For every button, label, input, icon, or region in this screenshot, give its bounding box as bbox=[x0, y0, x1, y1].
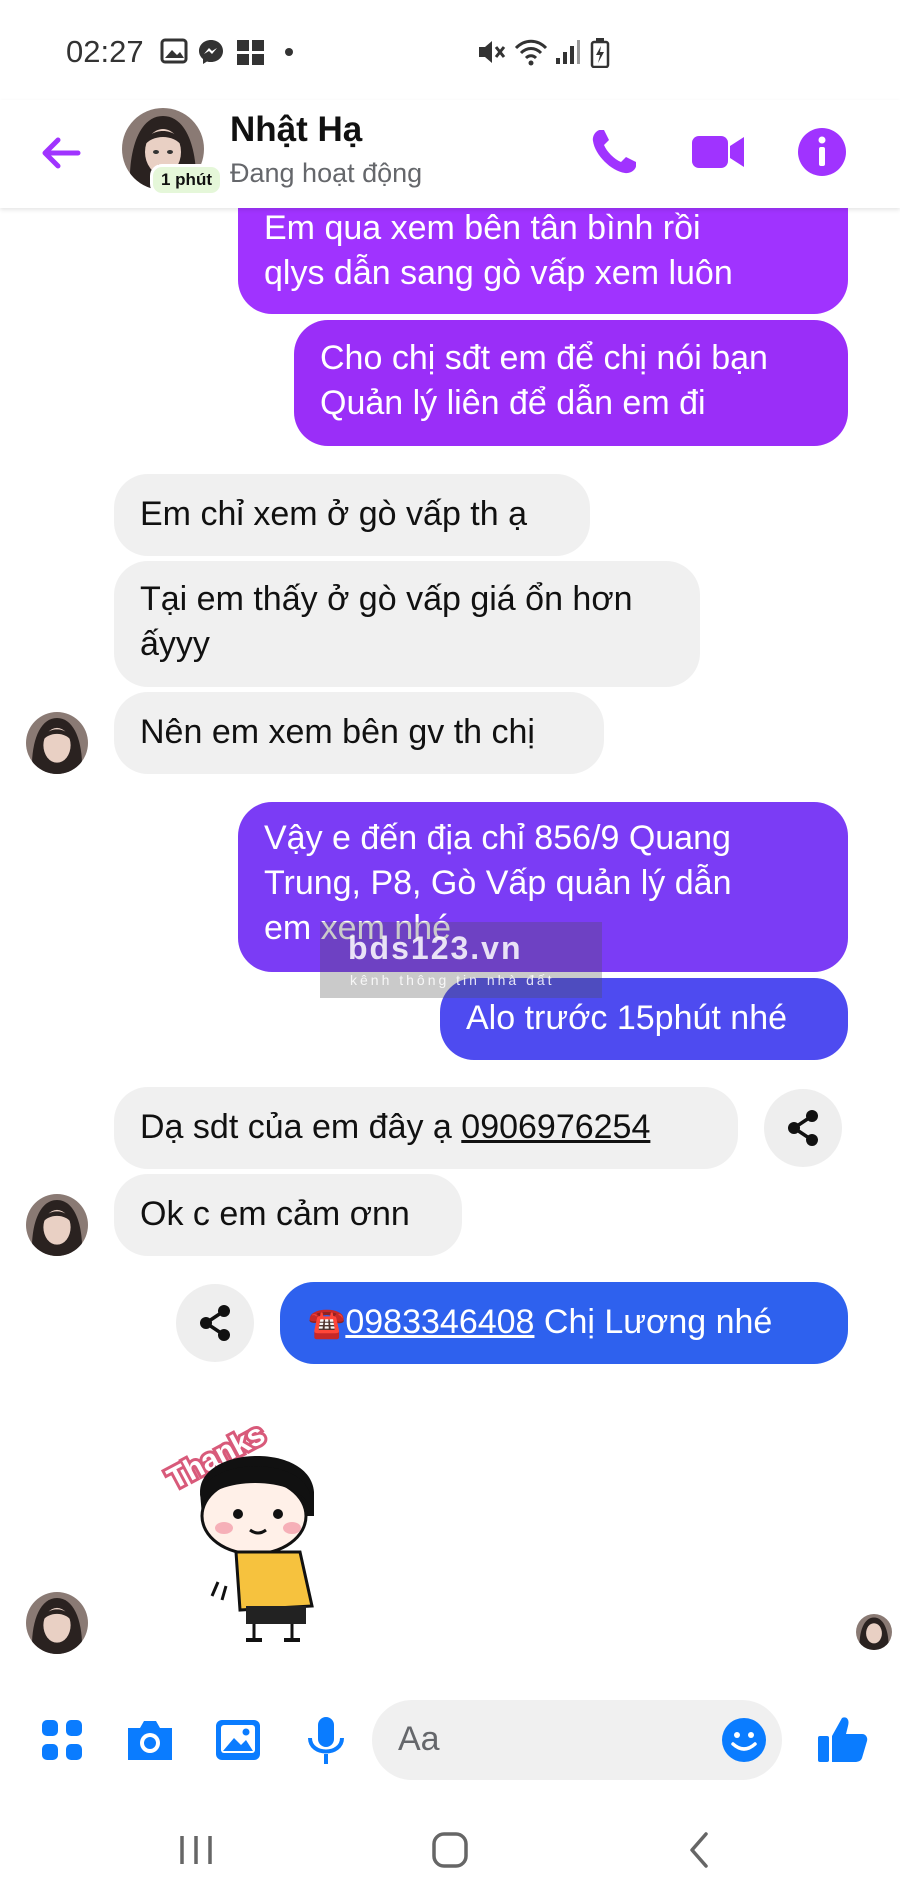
emoji-icon[interactable] bbox=[718, 1714, 770, 1766]
message-bubble-sent[interactable]: ☎️0983346408 Chị Lương nhé bbox=[280, 1282, 848, 1364]
message-bubble-sent[interactable]: Cho chị sđt em để chị nói bạn Quản lý li… bbox=[294, 320, 848, 446]
contact-name[interactable]: Nhật Hạ bbox=[230, 110, 362, 150]
battery-icon bbox=[590, 38, 610, 68]
message-text: Tại em thấy ở gò vấp giá ổn hơn bbox=[140, 580, 633, 618]
status-time: 02:27 bbox=[66, 34, 144, 69]
message-text: Cho chị sđt em để chị nói bạn bbox=[320, 339, 768, 377]
message-text: Dạ sdt của em đây ạ bbox=[140, 1108, 462, 1146]
message-text: Alo trước 15phút nhé bbox=[466, 999, 788, 1037]
apps-menu-icon[interactable] bbox=[32, 1710, 92, 1770]
share-button[interactable] bbox=[176, 1284, 254, 1362]
contact-status: Đang hoạt động bbox=[230, 158, 423, 188]
message-text: Chị Lương nhé bbox=[534, 1303, 773, 1341]
back-arrow-icon[interactable] bbox=[36, 128, 86, 178]
message-text: Ok c em cảm ơnn bbox=[140, 1195, 410, 1233]
message-text: Em qua xem bên tân bình rồi bbox=[264, 209, 701, 247]
message-text: Vậy e đến địa chỉ 856/9 Quang bbox=[264, 819, 731, 857]
phone-number-link[interactable]: 0906976254 bbox=[461, 1108, 650, 1146]
signal-icon bbox=[556, 40, 580, 64]
dot-icon bbox=[285, 48, 293, 56]
wifi-icon bbox=[514, 39, 548, 66]
message-bubble-received[interactable]: Ok c em cảm ơnn bbox=[114, 1174, 462, 1256]
video-call-icon[interactable] bbox=[688, 122, 748, 182]
message-text: Trung, P8, Gò Vấp quản lý dẫn bbox=[264, 864, 732, 902]
message-bubble-received[interactable]: Em chỉ xem ở gò vấp th ạ bbox=[114, 474, 590, 556]
message-input-placeholder: Aa bbox=[398, 1720, 440, 1758]
status-bar: 02:27 bbox=[0, 0, 900, 100]
avatar-photo bbox=[26, 712, 88, 774]
system-nav-bar bbox=[0, 1790, 900, 1900]
message-text: qlys dẫn sang gò vấp xem luôn bbox=[264, 254, 733, 292]
message-text: ấyyy bbox=[140, 625, 210, 663]
sticker-illustration: Thanks bbox=[159, 1415, 314, 1642]
sender-avatar[interactable] bbox=[26, 1592, 88, 1654]
phone-call-icon[interactable] bbox=[584, 122, 644, 182]
info-icon[interactable] bbox=[792, 122, 852, 182]
sender-avatar[interactable] bbox=[26, 1194, 88, 1256]
message-text: Quản lý liên để dẫn em đi bbox=[320, 384, 706, 422]
thanks-sticker[interactable]: Thanks bbox=[150, 1396, 350, 1646]
recent-apps-icon[interactable] bbox=[166, 1820, 226, 1880]
message-composer: Aa bbox=[0, 1690, 900, 1790]
messenger-icon bbox=[199, 40, 223, 64]
thumbs-up-icon[interactable] bbox=[812, 1710, 872, 1770]
watermark-subtext: kênh thông tin nhà đất bbox=[350, 972, 555, 988]
avatar-photo bbox=[26, 1194, 88, 1256]
share-icon bbox=[788, 1110, 818, 1146]
gallery-icon[interactable] bbox=[208, 1710, 268, 1770]
read-receipt-avatar bbox=[856, 1614, 892, 1650]
phone-number-link[interactable]: 0983346408 bbox=[345, 1303, 534, 1341]
back-icon[interactable] bbox=[670, 1820, 730, 1880]
message-bubble-received[interactable]: Dạ sdt của em đây ạ 0906976254 bbox=[114, 1087, 738, 1169]
camera-icon[interactable] bbox=[120, 1710, 180, 1770]
microphone-icon[interactable] bbox=[296, 1710, 356, 1770]
watermark-text: bds123.vn bbox=[348, 930, 523, 966]
telephone-emoji: ☎️ bbox=[308, 1307, 346, 1340]
mb-icon bbox=[237, 40, 264, 65]
avatar-photo bbox=[856, 1614, 892, 1650]
message-input[interactable]: Aa bbox=[372, 1700, 782, 1780]
message-text: Em chỉ xem ở gò vấp th ạ bbox=[140, 495, 528, 533]
avatar-photo bbox=[26, 1592, 88, 1654]
sender-avatar[interactable] bbox=[26, 712, 88, 774]
message-bubble-received[interactable]: Tại em thấy ở gò vấp giá ổn hơn ấyyy bbox=[114, 561, 700, 687]
share-icon bbox=[200, 1305, 230, 1341]
image-icon bbox=[160, 38, 188, 64]
chat-header: 1 phút Nhật Hạ Đang hoạt động bbox=[0, 100, 900, 208]
message-text: Nên em xem bên gv th chị bbox=[140, 713, 535, 751]
home-icon[interactable] bbox=[420, 1820, 480, 1880]
message-bubble-sent[interactable]: Em qua xem bên tân bình rồi qlys dẫn san… bbox=[238, 200, 848, 314]
share-button[interactable] bbox=[764, 1089, 842, 1167]
mute-icon bbox=[479, 41, 506, 63]
watermark: bds123.vn kênh thông tin nhà đất bbox=[320, 922, 602, 998]
active-time-badge: 1 phút bbox=[150, 164, 223, 196]
message-bubble-received[interactable]: Nên em xem bên gv th chị bbox=[114, 692, 604, 774]
